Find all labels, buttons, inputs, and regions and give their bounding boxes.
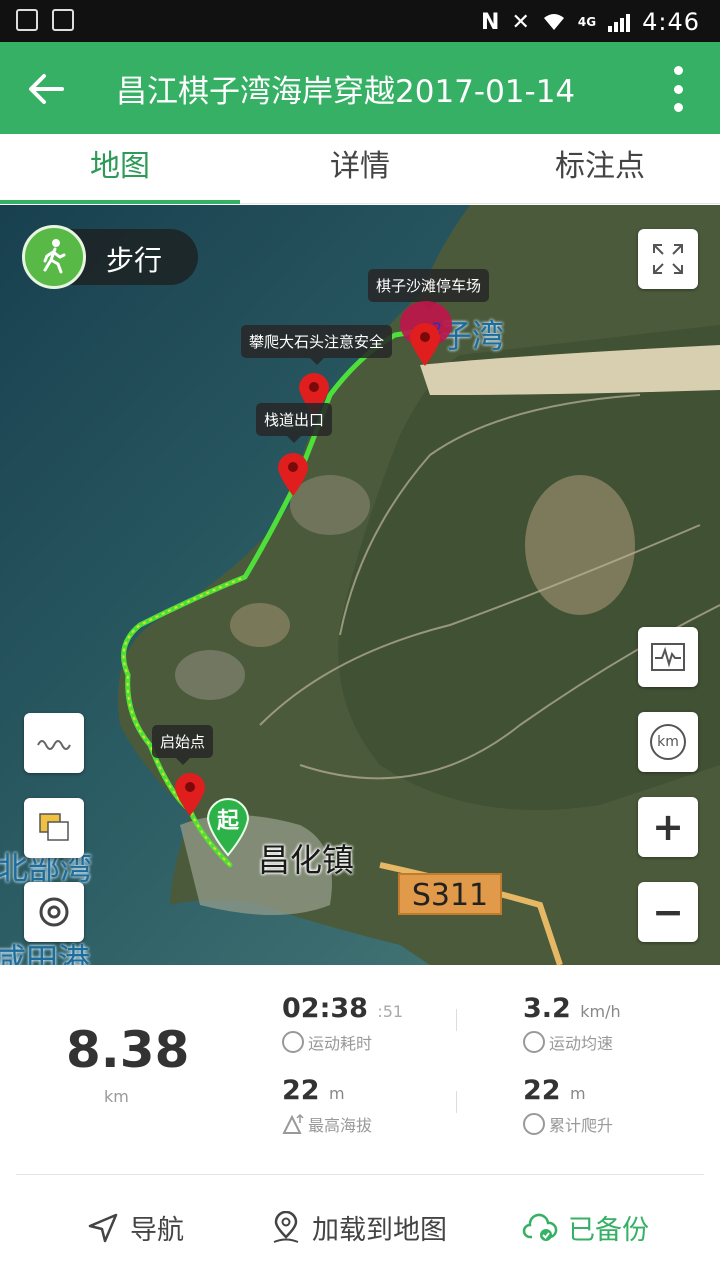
total-climb-unit: m (569, 1084, 586, 1103)
tab-markers[interactable]: 标注点 (480, 134, 720, 203)
dot-icon (674, 66, 683, 75)
layers-icon (39, 813, 69, 841)
avg-speed-label: 运动均速 (549, 1034, 614, 1053)
gallery-icon (16, 9, 38, 31)
page-title: 昌江棋子湾海岸穿越2017-01-14 (116, 74, 576, 110)
start-pin[interactable]: 起 (204, 797, 252, 857)
km-icon: km (650, 724, 686, 760)
altitude-chart-icon (651, 643, 685, 671)
distance-value: 8.38 (66, 1021, 190, 1079)
navigate-button[interactable]: 导航 (86, 1208, 184, 1247)
avg-speed-value: 3.2 (523, 993, 571, 1024)
action-bar: 导航 加载到地图 已备份 (0, 1178, 720, 1280)
marker-label-boardwalk-exit[interactable]: 栈道出口 (256, 403, 333, 443)
minus-icon: − (652, 890, 684, 934)
mountain-icon (282, 1113, 304, 1134)
duration-seconds: :51 (377, 1002, 404, 1021)
stopwatch-icon (282, 1031, 304, 1053)
road-badge: S311 (398, 873, 502, 915)
locate-button[interactable] (24, 882, 84, 942)
track-stats: 8.38 km 02:38 :51 运动耗时 3.2 km/h 运动均速 22 … (0, 965, 720, 1175)
wave-icon (37, 740, 71, 750)
route-style-button[interactable] (24, 713, 84, 773)
stat-duration: 02:38 :51 运动耗时 (282, 993, 403, 1054)
load-to-map-button[interactable]: 加载到地图 (270, 1208, 447, 1247)
max-altitude-unit: m (328, 1084, 345, 1103)
screenshot-icon (52, 9, 74, 31)
divider (16, 1174, 704, 1175)
marker-label-climb[interactable]: 攀爬大石头注意安全 (241, 325, 393, 365)
status-time: 4:46 (642, 8, 700, 36)
stat-max-altitude: 22 m 最高海拔 (282, 1075, 372, 1136)
locate-icon (39, 897, 69, 927)
navigate-label: 导航 (130, 1215, 184, 1246)
map-pin-icon[interactable] (407, 321, 443, 367)
marker-label-parking[interactable]: 棋子沙滩停车场 (368, 269, 490, 309)
backup-status-button[interactable]: 已备份 (522, 1208, 649, 1247)
duration-label: 运动耗时 (308, 1034, 373, 1053)
satellite-map (0, 205, 720, 965)
signal-icon (608, 12, 631, 32)
total-climb-value: 22 (523, 1075, 561, 1106)
title-bar: 昌江棋子湾海岸穿越2017-01-14 (0, 42, 720, 134)
map-pin-icon[interactable] (275, 451, 311, 497)
wifi-icon (543, 14, 564, 30)
tab-bar: 地图 详情 标注点 (0, 134, 720, 204)
expand-icon (653, 244, 683, 274)
back-button[interactable] (22, 64, 72, 114)
more-menu-button[interactable] (674, 66, 684, 112)
navigation-arrow-icon (88, 1213, 118, 1242)
network-type: 4G (577, 15, 597, 29)
location-pin-icon (273, 1210, 299, 1243)
zoom-out-button[interactable]: − (638, 882, 698, 942)
dot-icon (674, 103, 683, 112)
marker-label-start[interactable]: 启始点 (152, 725, 214, 765)
total-climb-label: 累计爬升 (549, 1116, 614, 1135)
plus-icon: + (652, 805, 684, 849)
speedometer-icon (523, 1031, 545, 1053)
map-view[interactable]: 步行 子湾 昌化镇 北部湾 咸田港 S311 棋子沙滩停车场 2 攀爬大石头注意… (0, 205, 720, 965)
avg-speed-unit: km/h (580, 1002, 621, 1021)
distance-unit: km (104, 1087, 129, 1106)
zoom-in-button[interactable]: + (638, 797, 698, 857)
activity-mode-label: 步行 (106, 244, 163, 277)
divider (456, 1091, 457, 1113)
cloud-check-icon (522, 1213, 558, 1241)
max-altitude-label: 最高海拔 (308, 1116, 373, 1135)
altitude-chart-button[interactable] (638, 627, 698, 687)
map-pin-icon[interactable] (172, 771, 208, 817)
max-altitude-value: 22 (282, 1075, 320, 1106)
nfc-icon: N (481, 9, 500, 35)
mute-icon: ✕ (511, 9, 530, 35)
tab-map[interactable]: 地图 (0, 134, 240, 204)
km-marker-button[interactable]: km (638, 712, 698, 772)
load-to-map-label: 加载到地图 (312, 1215, 447, 1246)
status-bar: N ✕ 4G 4:46 (0, 0, 720, 42)
dot-icon (674, 84, 683, 94)
tab-details[interactable]: 详情 (240, 134, 480, 203)
activity-mode-badge[interactable]: 步行 (22, 225, 198, 289)
climb-icon (523, 1113, 545, 1135)
stat-avg-speed: 3.2 km/h 运动均速 (523, 993, 621, 1054)
divider (456, 1009, 457, 1031)
backup-status-label: 已备份 (568, 1215, 649, 1246)
start-pin-label: 起 (216, 809, 239, 834)
walking-icon (22, 225, 86, 289)
arrow-left-icon (29, 74, 64, 104)
fullscreen-button[interactable] (638, 229, 698, 289)
map-layers-button[interactable] (24, 798, 84, 858)
stat-total-climb: 22 m 累计爬升 (523, 1075, 613, 1136)
duration-value: 02:38 (282, 993, 368, 1024)
place-label-town: 昌化镇 (258, 841, 355, 879)
